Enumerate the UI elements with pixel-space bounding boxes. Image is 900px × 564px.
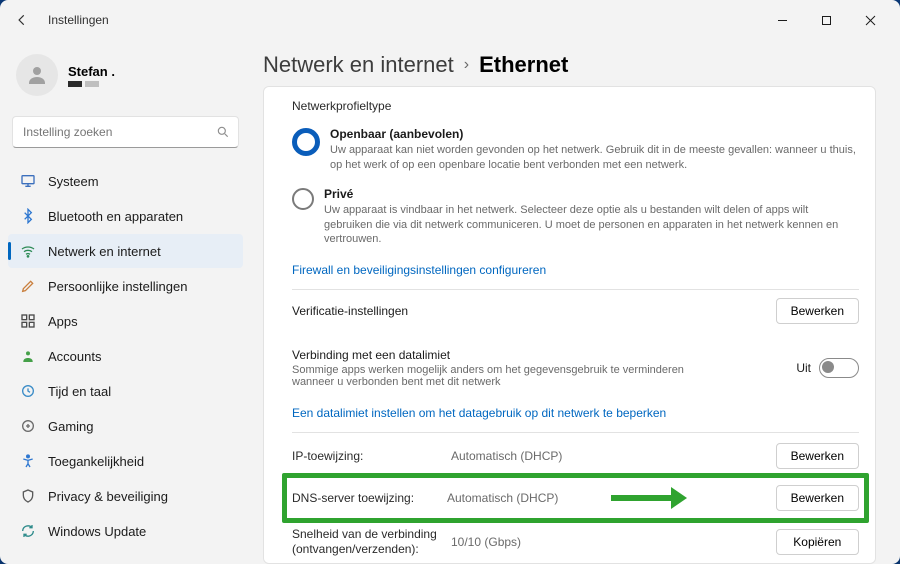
gaming-icon <box>20 418 36 434</box>
radio-private-label: Privé <box>324 187 859 201</box>
apps-icon <box>20 313 36 329</box>
person-icon <box>20 348 36 364</box>
radio-off-icon <box>292 188 314 210</box>
radio-public-desc: Uw apparaat kan niet worden gevonden op … <box>330 143 859 173</box>
sidebar-item-label: Tijd en taal <box>48 384 111 399</box>
dns-edit-button[interactable]: Bewerken <box>776 485 859 511</box>
annotation-arrow <box>611 487 687 509</box>
sidebar-item-label: Apps <box>48 314 78 329</box>
clock-icon <box>20 383 36 399</box>
person-icon <box>25 63 49 87</box>
speed-copy-button[interactable]: Kopiëren <box>776 529 859 555</box>
radio-private-desc: Uw apparaat is vindbaar in het netwerk. … <box>324 203 859 248</box>
sidebar: Stefan . Systeem Bluetooth en apparaten <box>0 40 251 564</box>
arrow-left-icon <box>15 13 29 27</box>
sidebar-item-label: Netwerk en internet <box>48 244 161 259</box>
settings-panel[interactable]: Netwerkprofieltype Openbaar (aanbevolen)… <box>263 86 876 564</box>
back-button[interactable] <box>10 8 34 32</box>
maximize-button[interactable] <box>804 4 848 36</box>
breadcrumb-parent[interactable]: Netwerk en internet <box>263 52 454 78</box>
minimize-button[interactable] <box>760 4 804 36</box>
page-title: Ethernet <box>479 52 568 78</box>
minimize-icon <box>777 15 788 26</box>
sidebar-item-bluetooth[interactable]: Bluetooth en apparaten <box>8 199 243 233</box>
sync-icon <box>20 523 36 539</box>
metered-toggle-label: Uit <box>796 361 811 375</box>
radio-on-icon <box>292 128 320 156</box>
settings-window: Instellingen Stefan . <box>0 0 900 564</box>
firewall-link[interactable]: Firewall en beveiligingsinstellingen con… <box>292 263 859 277</box>
metered-heading: Verbinding met een datalimiet <box>292 348 722 362</box>
sidebar-item-label: Accounts <box>48 349 101 364</box>
sidebar-item-gaming[interactable]: Gaming <box>8 409 243 443</box>
speed-label: Snelheid van de verbinding (ontvangen/ve… <box>292 527 447 557</box>
system-icon <box>20 173 36 189</box>
metered-desc: Sommige apps werken mogelijk anders om h… <box>292 364 722 388</box>
maximize-icon <box>821 15 832 26</box>
radio-public[interactable]: Openbaar (aanbevolen) Uw apparaat kan ni… <box>292 127 859 173</box>
search-box[interactable] <box>12 116 239 148</box>
verify-edit-button[interactable]: Bewerken <box>776 298 859 324</box>
sidebar-item-apps[interactable]: Apps <box>8 304 243 338</box>
radio-public-label: Openbaar (aanbevolen) <box>330 127 859 141</box>
metered-row: Verbinding met een datalimiet Sommige ap… <box>292 344 859 396</box>
ip-edit-button[interactable]: Bewerken <box>776 443 859 469</box>
metered-toggle[interactable] <box>819 358 859 378</box>
radio-private[interactable]: Privé Uw apparaat is vindbaar in het net… <box>292 187 859 248</box>
verify-row: Verificatie-instellingen Bewerken <box>292 289 859 332</box>
sidebar-item-label: Gaming <box>48 419 94 434</box>
accessibility-icon <box>20 453 36 469</box>
shield-icon <box>20 488 36 504</box>
sidebar-item-accessibility[interactable]: Toegankelijkheid <box>8 444 243 478</box>
close-button[interactable] <box>848 4 892 36</box>
sidebar-item-update[interactable]: Windows Update <box>8 514 243 548</box>
user-status-bars <box>68 81 115 87</box>
sidebar-item-label: Toegankelijkheid <box>48 454 144 469</box>
wifi-icon <box>20 243 36 259</box>
sidebar-item-label: Privacy & beveiliging <box>48 489 168 504</box>
breadcrumb: Netwerk en internet › Ethernet <box>263 48 876 86</box>
dns-label: DNS-server toewijzing: <box>292 491 447 505</box>
sidebar-item-label: Systeem <box>48 174 99 189</box>
avatar <box>16 54 58 96</box>
dns-row-highlight: DNS-server toewijzing: Automatisch (DHCP… <box>292 479 859 517</box>
sidebar-item-accounts[interactable]: Accounts <box>8 339 243 373</box>
sidebar-item-network[interactable]: Netwerk en internet <box>8 234 243 268</box>
paint-icon <box>20 278 36 294</box>
ip-label: IP-toewijzing: <box>292 449 447 463</box>
search-icon <box>216 125 230 139</box>
sidebar-item-label: Bluetooth en apparaten <box>48 209 183 224</box>
content: Netwerk en internet › Ethernet Netwerkpr… <box>251 40 900 564</box>
sidebar-item-system[interactable]: Systeem <box>8 164 243 198</box>
speed-value: 10/10 (Gbps) <box>451 535 772 549</box>
sidebar-item-label: Windows Update <box>48 524 146 539</box>
sidebar-item-privacy[interactable]: Privacy & beveiliging <box>8 479 243 513</box>
close-icon <box>865 15 876 26</box>
titlebar: Instellingen <box>0 0 900 40</box>
network-profile-heading: Netwerkprofieltype <box>292 99 859 113</box>
bluetooth-icon <box>20 208 36 224</box>
data-limit-link[interactable]: Een datalimiet instellen om het datagebr… <box>292 406 859 420</box>
ip-value: Automatisch (DHCP) <box>451 449 772 463</box>
user-header[interactable]: Stefan . <box>8 48 243 106</box>
window-title: Instellingen <box>48 13 109 27</box>
verify-heading: Verificatie-instellingen <box>292 304 408 318</box>
user-name: Stefan . <box>68 64 115 79</box>
sidebar-menu: Systeem Bluetooth en apparaten Netwerk e… <box>8 164 243 548</box>
sidebar-item-label: Persoonlijke instellingen <box>48 279 187 294</box>
sidebar-item-personalization[interactable]: Persoonlijke instellingen <box>8 269 243 303</box>
properties-grid: IP-toewijzing: Automatisch (DHCP) Bewerk… <box>292 432 859 564</box>
search-input[interactable] <box>21 124 216 140</box>
sidebar-item-time[interactable]: Tijd en taal <box>8 374 243 408</box>
chevron-right-icon: › <box>464 56 469 74</box>
